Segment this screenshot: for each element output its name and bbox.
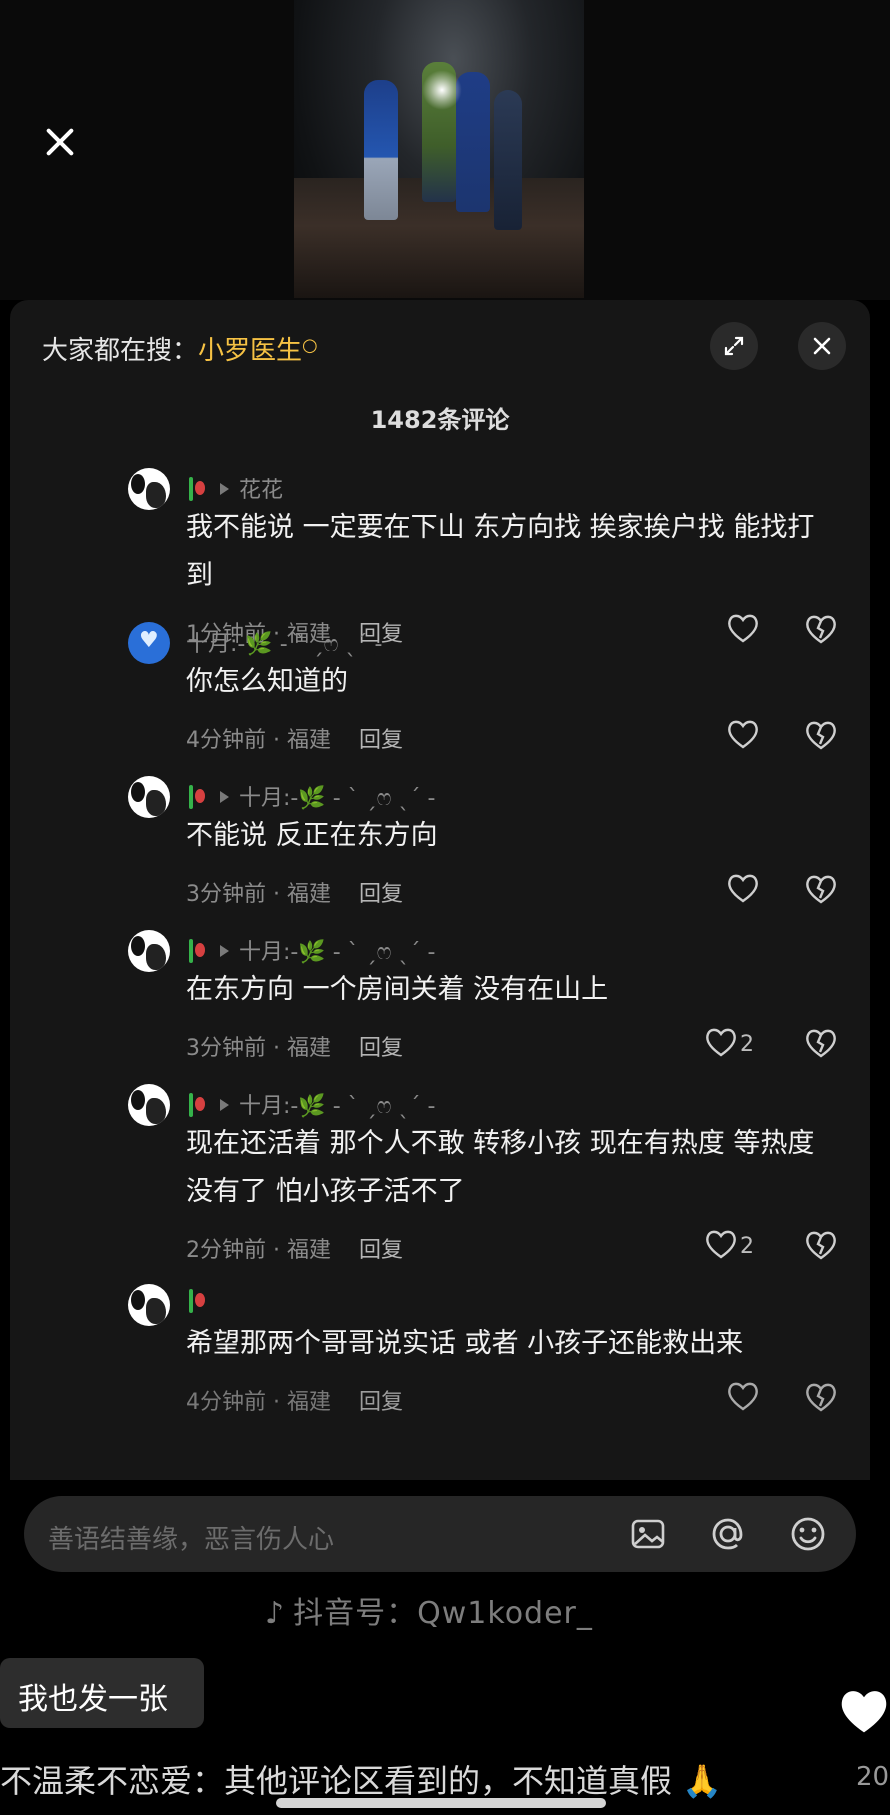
- broken-heart-icon[interactable]: [804, 1228, 838, 1262]
- comment-meta: 花花: [186, 472, 283, 504]
- watermark-text: 抖音号：Qw1koder_: [293, 1596, 593, 1631]
- like-count-partial: 20: [856, 1762, 890, 1792]
- video-player[interactable]: [0, 0, 890, 300]
- trending-search[interactable]: 大家都在搜：小罗医生○: [42, 330, 318, 367]
- emoji-icon[interactable]: [788, 1514, 828, 1554]
- user-badge-icon: [186, 1288, 206, 1314]
- comment-time: 4分钟前 · 福建: [186, 728, 331, 753]
- search-icon: ○: [302, 335, 318, 356]
- comment-author[interactable]: 十月:-🌿 - ˋ ˏෆ ˎˊ -: [186, 626, 382, 658]
- comment-text: 现在还活着 那个人不敢 转移小孩 现在有热度 等热度没有了 怕小孩子活不了: [186, 1128, 815, 1207]
- home-indicator[interactable]: [276, 1798, 606, 1808]
- like-count: 2: [740, 1032, 754, 1057]
- reply-button[interactable]: 回复: [359, 882, 403, 907]
- heart-icon: [728, 874, 758, 903]
- comment-count: 1482条评论: [370, 406, 510, 434]
- at-icon[interactable]: [708, 1514, 748, 1554]
- trending-search-term[interactable]: 小罗医生: [198, 336, 302, 366]
- comment-input-bar[interactable]: 善语结善缘，恶言伤人心: [24, 1496, 856, 1572]
- reply-button[interactable]: 回复: [359, 728, 403, 753]
- user-badge-icon: [186, 476, 206, 502]
- close-video-icon[interactable]: [40, 122, 80, 162]
- douyin-logo-icon: ♪: [265, 1596, 286, 1631]
- heart-icon: [706, 1230, 736, 1259]
- comment-meta: 十月:-🌿 - ˋ ˏෆ ˎˊ -: [186, 1088, 435, 1120]
- heart-icon: [728, 614, 758, 643]
- trending-search-prefix: 大家都在搜：: [42, 336, 199, 366]
- like-button[interactable]: [726, 1380, 786, 1416]
- comment-text: 不能说 反正在东方向: [186, 820, 438, 851]
- image-icon[interactable]: [628, 1514, 668, 1554]
- reply-arrow-icon: [220, 1099, 229, 1111]
- reply-arrow-icon: [220, 791, 229, 803]
- comment-text: 在东方向 一个房间关着 没有在山上: [186, 974, 609, 1005]
- douyin-watermark: ♪ 抖音号：Qw1koder_: [265, 1588, 593, 1632]
- broken-heart-icon[interactable]: [804, 1026, 838, 1060]
- broken-heart-icon[interactable]: [804, 872, 838, 906]
- reply-button[interactable]: 回复: [359, 1036, 403, 1061]
- video-person: [494, 90, 522, 230]
- user-badge-icon: [186, 1092, 206, 1118]
- broken-heart-icon[interactable]: [804, 1380, 838, 1414]
- avatar[interactable]: [128, 468, 170, 510]
- avatar[interactable]: [128, 1084, 170, 1126]
- like-button[interactable]: 2: [704, 1026, 764, 1062]
- heart-icon: [728, 1382, 758, 1411]
- comment-time: 3分钟前 · 福建: [186, 882, 331, 907]
- comment-meta: [186, 1288, 220, 1315]
- reply-chip[interactable]: 我也发一张: [0, 1658, 204, 1728]
- reply-button[interactable]: 回复: [359, 1390, 403, 1415]
- comment-footer: 4分钟前 · 福建 回复: [186, 722, 403, 754]
- user-badge-icon: [186, 784, 206, 810]
- comment-input-placeholder[interactable]: 善语结善缘，恶言伤人心: [48, 1519, 334, 1556]
- like-button[interactable]: [726, 718, 786, 754]
- reply-button[interactable]: 回复: [359, 1238, 403, 1263]
- comment-meta: 十月:-🌿 - ˋ ˏෆ ˎˊ -: [186, 934, 435, 966]
- comment-text: 我不能说 一定要在下山 东方向找 挨家挨户找 能找打到: [186, 512, 815, 591]
- like-button[interactable]: 2: [704, 1228, 764, 1264]
- comment-meta: 十月:-🌿 - ˋ ˏෆ ˎˊ -: [186, 780, 435, 812]
- like-video-heart-icon[interactable]: [838, 1686, 890, 1736]
- comment-footer: 4分钟前 · 福建 回复: [186, 1384, 403, 1416]
- comment-text: 希望那两个哥哥说实话 或者 小孩子还能救出来: [186, 1328, 744, 1359]
- broken-heart-icon[interactable]: [804, 612, 838, 646]
- comment-footer: 3分钟前 · 福建 回复: [186, 1030, 403, 1062]
- close-comments-button[interactable]: [798, 322, 846, 370]
- user-badge-icon: [186, 938, 206, 964]
- comment-text: 你怎么知道的: [186, 666, 348, 697]
- comment-panel: 大家都在搜：小罗医生○ 1482条评论 花花 我不能说 一定要在下山 东方向找 …: [10, 300, 870, 1572]
- comment-time: 4分钟前 · 福建: [186, 1390, 331, 1415]
- post-caption: 不温柔不恋爱：其他评论区看到的，不知道真假 🙏: [0, 1762, 723, 1800]
- like-button[interactable]: [726, 612, 786, 648]
- like-count: 2: [740, 1234, 754, 1259]
- reply-to-user[interactable]: 十月:-🌿 - ˋ ˏෆ ˎˊ -: [239, 1094, 435, 1119]
- comment-time: 2分钟前 · 福建: [186, 1238, 331, 1263]
- comment-footer: 2分钟前 · 福建 回复: [186, 1232, 403, 1264]
- comment-time: 3分钟前 · 福建: [186, 1036, 331, 1061]
- video-frame: [294, 0, 584, 298]
- avatar[interactable]: [128, 776, 170, 818]
- expand-icon: [724, 336, 744, 356]
- reply-arrow-icon: [220, 483, 229, 495]
- headlamp-light: [422, 70, 462, 110]
- reply-arrow-icon: [220, 945, 229, 957]
- video-person: [364, 80, 398, 220]
- reply-chip-text: 我也发一张: [18, 1682, 168, 1717]
- avatar[interactable]: [128, 622, 170, 664]
- expand-button[interactable]: [710, 322, 758, 370]
- avatar[interactable]: [128, 930, 170, 972]
- avatar[interactable]: [128, 1284, 170, 1326]
- reply-to-user[interactable]: 花花: [239, 478, 283, 503]
- broken-heart-icon[interactable]: [804, 718, 838, 752]
- reply-to-user[interactable]: 十月:-🌿 - ˋ ˏෆ ˎˊ -: [239, 786, 435, 811]
- like-button[interactable]: [726, 872, 786, 908]
- reply-to-user[interactable]: 十月:-🌿 - ˋ ˏෆ ˎˊ -: [239, 940, 435, 965]
- close-icon: [813, 337, 831, 355]
- comment-footer: 3分钟前 · 福建 回复: [186, 876, 403, 908]
- heart-icon: [706, 1028, 736, 1057]
- heart-icon: [728, 720, 758, 749]
